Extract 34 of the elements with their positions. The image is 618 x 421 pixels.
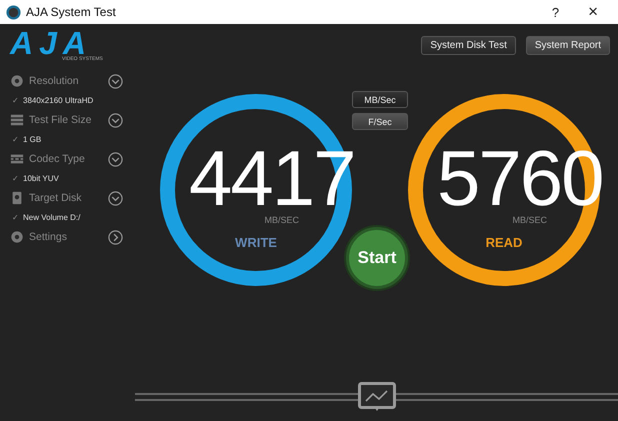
- sidebar-label: Codec Type: [29, 153, 86, 165]
- sidebar-label: Test File Size: [29, 114, 92, 126]
- gauge-label: READ: [484, 235, 524, 250]
- unit-toggle[interactable]: F/Sec: [352, 113, 408, 130]
- close-button[interactable]: ×: [576, 2, 610, 22]
- window-title: AJA System Test: [26, 5, 116, 19]
- sidebar-label: Settings: [29, 231, 68, 243]
- line-chart-icon[interactable]: [358, 382, 396, 412]
- chevron-right-icon[interactable]: [108, 230, 123, 244]
- selected-value: New Volume D:/: [23, 213, 80, 222]
- selected-value: 10bit YUV: [23, 174, 59, 183]
- header-button[interactable]: System Disk Test: [421, 36, 516, 55]
- stack-icon: [10, 113, 24, 127]
- start-button[interactable]: Start: [346, 227, 408, 289]
- selected-value: 3840x2160 UltraHD: [23, 96, 94, 105]
- check-icon: ✓: [12, 135, 19, 144]
- grid-icon: [10, 152, 24, 166]
- check-icon: ✓: [12, 96, 19, 105]
- header-button[interactable]: System Report: [526, 36, 610, 55]
- gauge-label: WRITE: [234, 235, 278, 250]
- check-icon: ✓: [12, 174, 19, 183]
- help-button[interactable]: ?: [540, 4, 572, 20]
- sidebar-label: Target Disk: [29, 192, 83, 204]
- chevron-down-icon[interactable]: [108, 152, 123, 166]
- chevron-down-icon[interactable]: [108, 190, 123, 206]
- app-icon: [6, 4, 21, 20]
- check-icon: ✓: [12, 213, 19, 222]
- selected-value: 1 GB: [23, 135, 42, 144]
- chevron-down-icon[interactable]: [108, 112, 123, 128]
- logo-wordmark: AJA: [10, 30, 92, 56]
- unit-toggle[interactable]: MB/Sec: [352, 91, 408, 108]
- settings-icon: [10, 230, 24, 244]
- sidebar-label: Resolution: [29, 75, 80, 87]
- chevron-down-icon[interactable]: [108, 74, 123, 88]
